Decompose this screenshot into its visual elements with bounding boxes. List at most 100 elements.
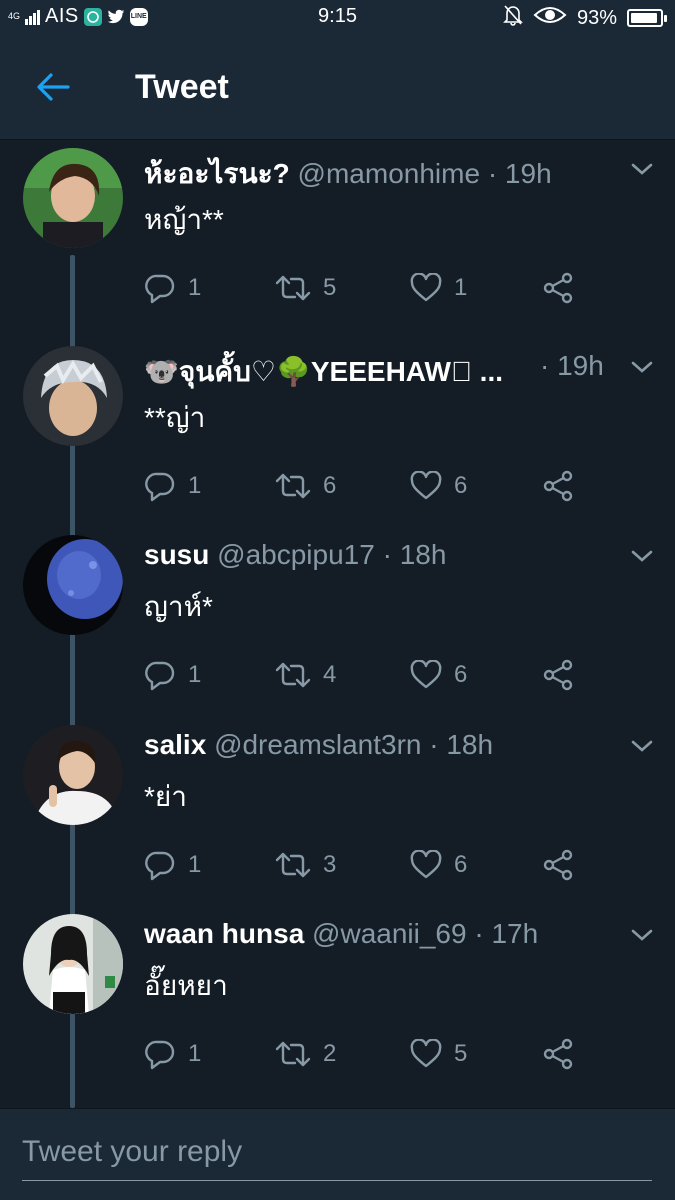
battery-icon — [627, 9, 667, 27]
battery-fill — [631, 13, 658, 23]
reply-button[interactable]: 1 — [144, 268, 201, 308]
tweet-header: susu @abcpipu17 · 18h — [144, 539, 614, 571]
avatar[interactable] — [23, 914, 123, 1014]
like-button[interactable]: 1 — [410, 268, 467, 308]
avatar[interactable] — [23, 148, 123, 248]
display-name[interactable]: susu — [144, 539, 209, 570]
like-button[interactable]: 6 — [410, 845, 467, 885]
reply-count: 1 — [188, 472, 202, 499]
share-icon — [543, 272, 573, 304]
share-icon — [543, 470, 573, 502]
reply-button[interactable]: 1 — [144, 655, 201, 695]
avatar[interactable] — [23, 725, 123, 825]
avatar[interactable] — [23, 346, 123, 446]
retweet-count: 6 — [323, 472, 337, 499]
like-count: 6 — [454, 851, 468, 878]
avatar[interactable] — [23, 535, 123, 635]
retweet-icon — [275, 473, 311, 499]
tweet[interactable]: susu @abcpipu17 · 18h ญาห์* 1 4 6 — [0, 527, 675, 716]
retweet-count: 2 — [323, 1040, 337, 1067]
tweet-time: 18h — [446, 729, 494, 760]
separator: · — [382, 539, 400, 570]
like-count: 1 — [454, 274, 468, 301]
more-options-button[interactable] — [629, 547, 655, 565]
share-button[interactable] — [542, 268, 574, 308]
tweet-text: **ญ่า — [144, 402, 206, 433]
like-count: 6 — [454, 661, 468, 688]
arrow-left-icon — [37, 73, 70, 101]
retweet-icon — [275, 275, 311, 301]
tweet-actions: 1 3 6 — [144, 845, 594, 885]
reply-button[interactable]: 1 — [144, 1034, 201, 1074]
heart-icon — [410, 850, 442, 879]
share-button[interactable] — [542, 655, 574, 695]
separator: · — [487, 158, 505, 189]
retweet-count: 5 — [323, 274, 337, 301]
share-button[interactable] — [542, 845, 574, 885]
tweet-text: หญ้า** — [144, 204, 224, 235]
user-handle[interactable]: @waanii_69 — [312, 918, 467, 949]
chevron-down-icon — [631, 740, 653, 752]
reply-count: 1 — [188, 1040, 202, 1067]
user-handle[interactable]: @dreamslant3rn — [214, 729, 421, 760]
tweet[interactable]: ห้ะอะไรนะ? @mamonhime · 19h หญ้า** 1 5 1 — [0, 140, 675, 329]
reply-icon — [145, 472, 175, 502]
bell-muted-icon — [503, 4, 523, 32]
chevron-down-icon — [631, 929, 653, 941]
tweet-actions: 1 2 5 — [144, 1034, 594, 1074]
share-icon — [543, 659, 573, 691]
reply-button[interactable]: 1 — [144, 845, 201, 885]
heart-icon — [410, 273, 442, 302]
user-handle[interactable]: @abcpipu17 — [217, 539, 375, 570]
tweet[interactable]: waan hunsa @waanii_69 · 17h อั๊ยหยา 1 2 … — [0, 906, 675, 1095]
display-name[interactable]: 🐨จุนคั้บ♡🌳YEEEHAW⃝ ... — [144, 356, 503, 387]
share-button[interactable] — [542, 466, 574, 506]
reply-thread: ห้ะอะไรนะ? @mamonhime · 19h หญ้า** 1 5 1 — [0, 140, 675, 1108]
retweet-icon — [275, 852, 311, 878]
tweet[interactable]: 🐨จุนคั้บ♡🌳YEEEHAW⃝ ... · 19h **ญ่า 1 6 6 — [0, 338, 675, 527]
reply-icon — [145, 851, 175, 881]
tweet-actions: 1 4 6 — [144, 655, 594, 695]
tweet-header: waan hunsa @waanii_69 · 17h — [144, 918, 614, 950]
retweet-button[interactable]: 2 — [275, 1034, 336, 1074]
battery-percent: 93% — [576, 6, 617, 29]
reply-count: 1 — [188, 851, 202, 878]
display-name[interactable]: waan hunsa — [144, 918, 304, 949]
like-button[interactable]: 6 — [410, 655, 467, 695]
back-button[interactable] — [30, 64, 76, 110]
tweet-time: 17h — [491, 918, 539, 949]
reply-button[interactable]: 1 — [144, 466, 201, 506]
tweet-time: · 19h — [540, 350, 604, 381]
display-name[interactable]: salix — [144, 729, 206, 760]
retweet-button[interactable]: 4 — [275, 655, 336, 695]
retweet-button[interactable]: 6 — [275, 466, 336, 506]
tweet-header: salix @dreamslant3rn · 18h — [144, 729, 614, 761]
status-right: 93% — [503, 4, 667, 32]
retweet-button[interactable]: 5 — [275, 268, 336, 308]
like-button[interactable]: 5 — [410, 1034, 467, 1074]
tweet[interactable]: salix @dreamslant3rn · 18h *ย่า 1 3 6 — [0, 717, 675, 906]
user-handle[interactable]: @mamonhime — [298, 158, 480, 189]
reply-input[interactable] — [22, 1131, 652, 1181]
separator: · — [474, 918, 492, 949]
tweet-time: 18h — [399, 539, 447, 570]
like-button[interactable]: 6 — [410, 466, 467, 506]
tweet-actions: 1 5 1 — [144, 268, 594, 308]
retweet-icon — [275, 1041, 311, 1067]
tweet-text: อั๊ยหยา — [144, 970, 228, 1001]
separator: · — [429, 729, 447, 760]
chevron-down-icon — [631, 163, 653, 175]
reply-icon — [145, 274, 175, 304]
display-name[interactable]: ห้ะอะไรนะ? — [144, 158, 290, 189]
tweet-actions: 1 6 6 — [144, 466, 594, 506]
like-count: 6 — [454, 472, 468, 499]
share-button[interactable] — [542, 1034, 574, 1074]
more-options-button[interactable] — [629, 737, 655, 755]
eye-icon — [533, 5, 567, 31]
more-options-button[interactable] — [629, 926, 655, 944]
more-options-button[interactable] — [629, 160, 655, 178]
more-options-button[interactable] — [629, 358, 655, 376]
reply-icon — [145, 1040, 175, 1070]
reply-icon — [145, 661, 175, 691]
retweet-button[interactable]: 3 — [275, 845, 336, 885]
